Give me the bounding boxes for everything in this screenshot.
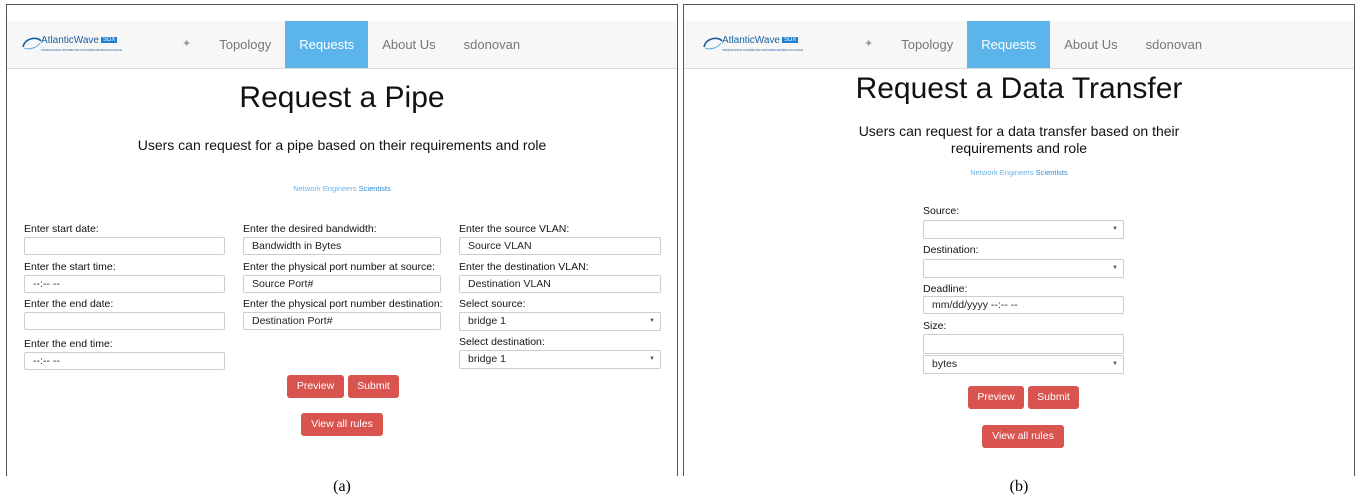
chevron-down-icon: ▼: [1112, 361, 1118, 367]
source-port-label: Enter the physical port number at source…: [243, 261, 436, 273]
select-source-value: bridge 1: [468, 315, 506, 327]
home-icon: ✦: [864, 38, 874, 50]
destination-port-input[interactable]: Destination Port#: [243, 312, 441, 330]
destination-label: Destination:: [923, 244, 979, 256]
end-time-input[interactable]: --:-- --: [24, 352, 225, 370]
start-date-input[interactable]: [24, 237, 225, 255]
destination-vlan-label: Enter the destination VLAN:: [459, 261, 589, 273]
page-subtitle-line-1: Users can request for a data transfer ba…: [858, 123, 1180, 139]
chevron-down-icon: ▼: [1112, 265, 1118, 271]
nav-home[interactable]: ✦: [168, 21, 205, 68]
panel-request-data-transfer: AtlanticWave SDX INTERNATIONAL DISTRIBUTE…: [683, 4, 1355, 476]
nav-menu: ✦ Topology Requests About Us sdonovan: [168, 21, 534, 68]
swoosh-icon: [703, 37, 723, 50]
select-source-label: Select source:: [459, 298, 526, 310]
select-source-dropdown[interactable]: bridge 1 ▼: [459, 312, 661, 331]
nav-home[interactable]: ✦: [850, 21, 887, 68]
view-all-rules-button[interactable]: View all rules: [982, 425, 1064, 448]
nav-user[interactable]: sdonovan: [1132, 21, 1216, 68]
navbar: AtlanticWave SDX INTERNATIONAL DISTRIBUTE…: [684, 21, 1354, 69]
brand-name: AtlanticWave SDX: [722, 35, 799, 46]
chevron-down-icon: ▼: [1112, 226, 1118, 232]
nav-user[interactable]: sdonovan: [450, 21, 534, 68]
submit-button[interactable]: Submit: [348, 375, 399, 398]
source-vlan-input[interactable]: Source VLAN: [459, 237, 661, 255]
role-links: Network Engineers Scientists: [684, 168, 1354, 177]
source-dropdown[interactable]: ▼: [923, 220, 1124, 239]
caption-a: (a): [333, 478, 351, 495]
destination-port-label: Enter the physical port number destinati…: [243, 298, 443, 310]
home-icon: ✦: [182, 38, 192, 50]
nav-about-us[interactable]: About Us: [368, 21, 449, 68]
sdx-badge: SDX: [100, 37, 118, 44]
sdx-badge: SDX: [781, 37, 799, 44]
submit-button[interactable]: Submit: [1028, 386, 1079, 409]
page-subtitle: Users can request for a pipe based on th…: [137, 137, 547, 153]
deadline-input[interactable]: mm/dd/yyyy --:-- --: [923, 296, 1124, 314]
role-links: Network Engineers Scientists: [7, 184, 677, 193]
bandwidth-input[interactable]: Bandwidth in Bytes: [243, 237, 441, 255]
nav-topology[interactable]: Topology: [205, 21, 285, 68]
destination-vlan-input[interactable]: Destination VLAN: [459, 275, 661, 293]
select-destination-dropdown[interactable]: bridge 1 ▼: [459, 350, 661, 369]
role-scientists[interactable]: Scientists: [1036, 168, 1068, 177]
source-label: Source:: [923, 205, 960, 217]
nav-requests[interactable]: Requests: [285, 21, 369, 68]
deadline-label: Deadline:: [923, 283, 968, 295]
caption-b: (b): [1009, 478, 1029, 495]
end-date-input[interactable]: [24, 312, 225, 330]
nav-requests[interactable]: Requests: [967, 21, 1051, 68]
start-date-label: Enter start date:: [24, 223, 99, 235]
brand-tagline: INTERNATIONAL DISTRIBUTED SOFTWARE DEFIN…: [722, 49, 804, 52]
destination-dropdown[interactable]: ▼: [923, 259, 1124, 278]
size-label: Size:: [923, 320, 947, 332]
role-network-engineers[interactable]: Network Engineers: [970, 168, 1033, 177]
navbar: AtlanticWave SDX INTERNATIONAL DISTRIBUTE…: [7, 21, 677, 69]
nav-about-us[interactable]: About Us: [1050, 21, 1131, 68]
preview-button[interactable]: Preview: [287, 375, 344, 398]
chevron-down-icon: ▼: [649, 356, 655, 362]
role-scientists[interactable]: Scientists: [359, 184, 391, 193]
brand-logo[interactable]: AtlanticWave SDX INTERNATIONAL DISTRIBUTE…: [21, 35, 141, 57]
brand-logo[interactable]: AtlanticWave SDX INTERNATIONAL DISTRIBUTE…: [702, 35, 822, 57]
chevron-down-icon: ▼: [649, 318, 655, 324]
page-title: Request a Pipe: [239, 81, 445, 114]
brand-tagline: INTERNATIONAL DISTRIBUTED SOFTWARE DEFIN…: [41, 49, 123, 52]
start-time-label: Enter the start time:: [24, 261, 116, 273]
bandwidth-label: Enter the desired bandwidth:: [243, 223, 377, 235]
page-subtitle-line-2: requirements and role: [950, 140, 1088, 156]
view-all-rules-button[interactable]: View all rules: [301, 413, 383, 436]
size-unit-dropdown[interactable]: bytes ▼: [923, 355, 1124, 374]
nav-topology[interactable]: Topology: [887, 21, 967, 68]
end-date-label: Enter the end date:: [24, 298, 114, 310]
swoosh-icon: [22, 37, 42, 50]
source-port-input[interactable]: Source Port#: [243, 275, 441, 293]
preview-button[interactable]: Preview: [968, 386, 1024, 409]
role-network-engineers[interactable]: Network Engineers: [293, 184, 356, 193]
end-time-label: Enter the end time:: [24, 338, 113, 350]
source-vlan-label: Enter the source VLAN:: [459, 223, 570, 235]
select-destination-value: bridge 1: [468, 353, 506, 365]
size-unit-value: bytes: [932, 358, 958, 370]
select-destination-label: Select destination:: [459, 336, 545, 348]
page-title: Request a Data Transfer: [855, 72, 1183, 105]
nav-menu: ✦ Topology Requests About Us sdonovan: [850, 21, 1216, 68]
brand-name: AtlanticWave SDX: [41, 35, 118, 46]
start-time-input[interactable]: --:-- --: [24, 275, 225, 293]
panel-request-pipe: AtlanticWave SDX INTERNATIONAL DISTRIBUTE…: [6, 4, 678, 476]
size-input[interactable]: [923, 334, 1124, 354]
